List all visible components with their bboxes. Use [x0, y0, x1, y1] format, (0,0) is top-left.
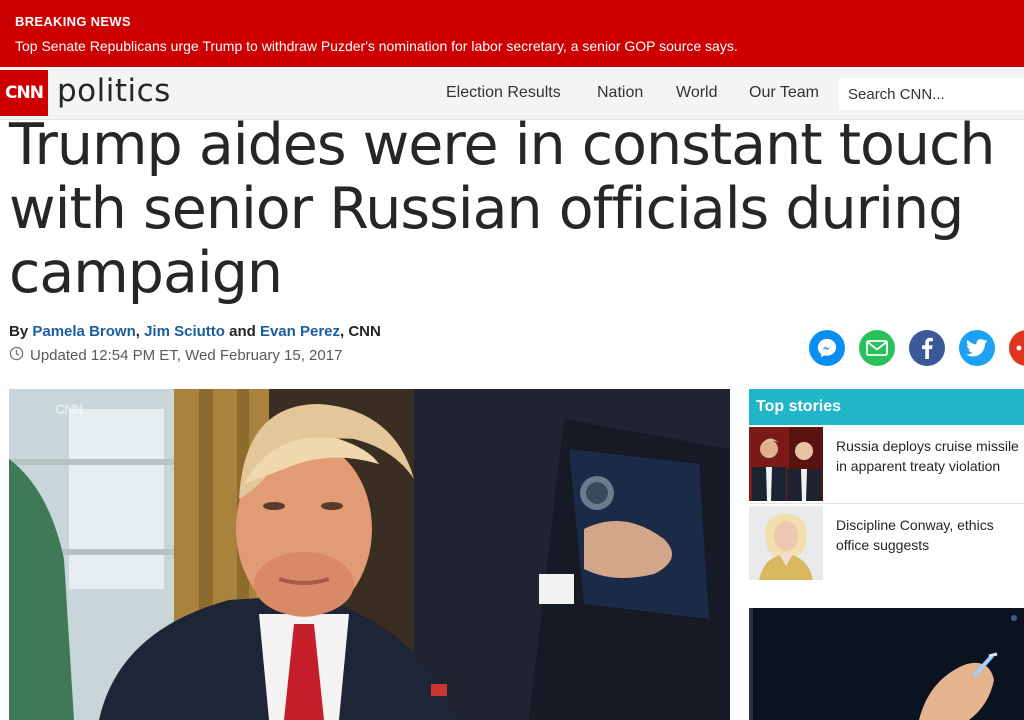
- article-headline: Trump aides were in constant touch with …: [9, 112, 996, 306]
- author-link-pamela-brown[interactable]: Pamela Brown: [32, 323, 135, 340]
- byline: By Pamela Brown, Jim Sciutto and Evan Pe…: [9, 323, 381, 340]
- byline-prefix: By: [9, 323, 29, 340]
- facebook-icon: [922, 337, 933, 359]
- byline-outlet: , CNN: [340, 323, 381, 340]
- share-email-button[interactable]: [859, 330, 895, 366]
- nav-link-world[interactable]: World: [676, 84, 718, 102]
- share-twitter-button[interactable]: [959, 330, 995, 366]
- hero-watermark: CNN: [55, 401, 83, 417]
- share-more-button[interactable]: [1009, 330, 1024, 366]
- search-input[interactable]: [839, 78, 1024, 110]
- more-icon: [1016, 345, 1022, 351]
- section-title[interactable]: politics: [57, 73, 171, 109]
- share-facebook-button[interactable]: [909, 330, 945, 366]
- byline-separator: ,: [135, 323, 140, 340]
- breaking-news-label: BREAKING NEWS: [15, 14, 131, 29]
- story-title[interactable]: Discipline Conway, ethics office suggest…: [836, 515, 1024, 555]
- breaking-news-text[interactable]: Top Senate Republicans urge Trump to wit…: [15, 38, 738, 54]
- story-divider: [749, 503, 1024, 504]
- story-title-line1[interactable]: Russia deploys cruise missile: [836, 438, 1019, 454]
- top-story-item[interactable]: Discipline Conway, ethics office suggest…: [749, 506, 1024, 581]
- author-link-jim-sciutto[interactable]: Jim Sciutto: [144, 323, 225, 340]
- nav-link-our-team[interactable]: Our Team: [749, 84, 819, 102]
- top-story-item[interactable]: Russia deploys cruise missile in apparen…: [749, 427, 1024, 502]
- hero-photo: [9, 389, 730, 720]
- clock-icon: [9, 346, 24, 365]
- byline-and: and: [229, 323, 256, 340]
- story-title-line1[interactable]: Discipline Conway, ethics: [836, 517, 994, 533]
- story-thumbnail[interactable]: [749, 427, 823, 501]
- messenger-icon: [817, 338, 837, 358]
- promo-image[interactable]: [749, 608, 1024, 720]
- breaking-news-banner[interactable]: BREAKING NEWS Top Senate Republicans urg…: [0, 0, 1024, 67]
- top-stories-title: Top stories: [756, 398, 842, 415]
- top-stories-header: Top stories: [749, 389, 1024, 425]
- email-icon: [866, 340, 888, 356]
- hero-image[interactable]: CNN: [9, 389, 730, 720]
- promo-photo: [749, 608, 1024, 720]
- updated-timestamp: Updated 12:54 PM ET, Wed February 15, 20…: [9, 346, 342, 365]
- cnn-logo[interactable]: CNN: [0, 70, 48, 116]
- share-messenger-button[interactable]: [809, 330, 845, 366]
- nav-link-nation[interactable]: Nation: [597, 84, 643, 102]
- nav-link-election-results[interactable]: Election Results: [446, 84, 561, 102]
- story-title[interactable]: Russia deploys cruise missile in apparen…: [836, 436, 1024, 476]
- story-title-line2[interactable]: office suggests: [836, 537, 929, 553]
- updated-text: Updated 12:54 PM ET, Wed February 15, 20…: [30, 347, 343, 364]
- story-thumbnail[interactable]: [749, 506, 823, 580]
- author-link-evan-perez[interactable]: Evan Perez: [260, 323, 340, 340]
- story-title-line2[interactable]: in apparent treaty violation: [836, 458, 1000, 474]
- twitter-icon: [966, 339, 988, 357]
